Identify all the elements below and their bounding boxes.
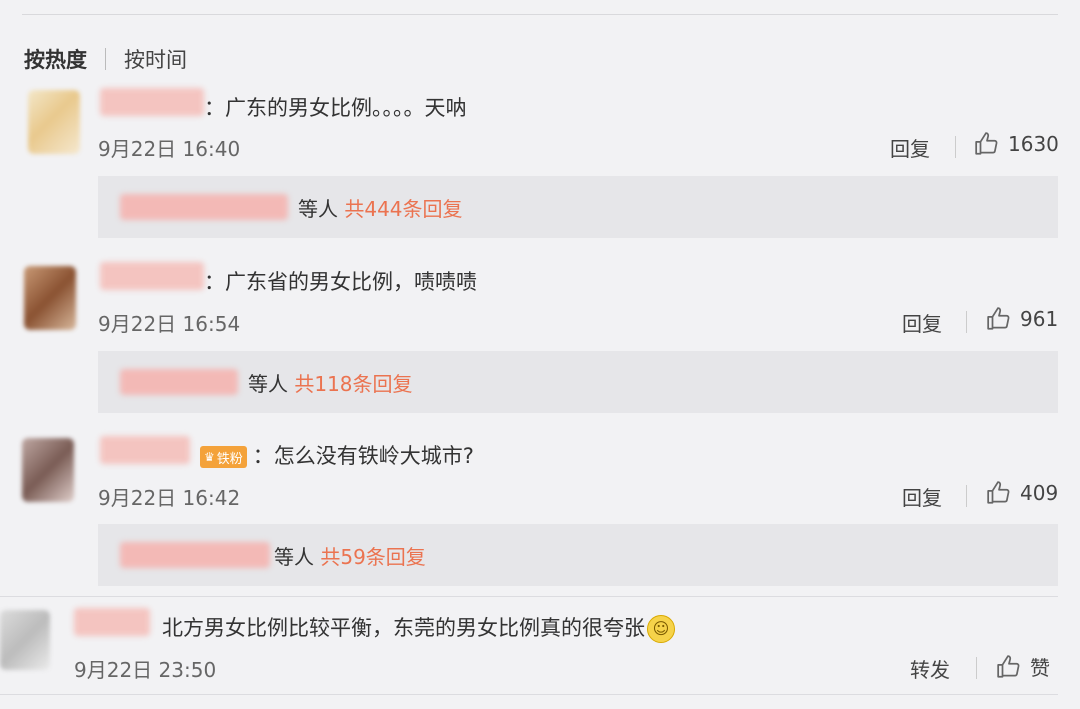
sort-separator bbox=[105, 48, 106, 70]
replier-names-blurred bbox=[120, 542, 270, 568]
comment-time: 9月22日 16:42 bbox=[98, 486, 241, 510]
thumbs-up-icon bbox=[987, 481, 1010, 504]
replier-names-blurred bbox=[120, 369, 238, 395]
avatar[interactable] bbox=[22, 438, 74, 502]
avatar[interactable] bbox=[24, 266, 76, 330]
like-count: 409 bbox=[1020, 481, 1059, 505]
reply-count-link[interactable]: 共59条回复 bbox=[320, 545, 425, 569]
thumbs-up-icon bbox=[975, 132, 998, 155]
username-blurred[interactable] bbox=[100, 436, 190, 464]
smile-emoji-icon: ☺ bbox=[647, 615, 675, 643]
like-button[interactable]: 赞 bbox=[996, 652, 1050, 681]
crown-icon: ♛ bbox=[204, 450, 215, 464]
repost-text: 北方男女比例比较平衡，东莞的男女比例真的很夸张 bbox=[162, 616, 645, 640]
top-divider bbox=[22, 14, 1058, 15]
like-button[interactable]: 1630 bbox=[974, 131, 1059, 157]
repost-text-line: 北方男女比例比较平衡，东莞的男女比例真的很夸张 ☺ bbox=[162, 612, 675, 643]
sort-bar: 按热度 按时间 bbox=[24, 44, 187, 74]
replier-suffix: 等人 bbox=[274, 545, 314, 569]
username-blurred[interactable] bbox=[100, 262, 204, 290]
username-blurred[interactable] bbox=[74, 608, 150, 636]
action-separator bbox=[976, 657, 977, 679]
fan-badge[interactable]: ♛ 铁粉 bbox=[200, 446, 247, 468]
comment-text: ：广东省的男女比例，啧啧啧 bbox=[204, 270, 477, 294]
like-count: 1630 bbox=[1008, 132, 1059, 156]
forward-button[interactable]: 转发 bbox=[910, 654, 950, 683]
bottom-divider bbox=[0, 694, 1058, 695]
action-separator bbox=[966, 311, 967, 333]
comment-text-line: ♛ 铁粉 ：怎么没有铁岭大城市? bbox=[200, 440, 474, 470]
reply-button[interactable]: 回复 bbox=[902, 482, 942, 511]
reply-count-link[interactable]: 共444条回复 bbox=[344, 197, 462, 221]
reply-button[interactable]: 回复 bbox=[902, 308, 942, 337]
comment-time: 9月22日 16:40 bbox=[98, 137, 241, 161]
action-separator bbox=[955, 136, 956, 158]
thumbs-up-icon bbox=[997, 654, 1020, 678]
username-blurred[interactable] bbox=[100, 88, 204, 116]
repost-time: 9月22日 23:50 bbox=[74, 658, 217, 682]
comment-time: 9月22日 16:54 bbox=[98, 312, 241, 336]
avatar[interactable] bbox=[28, 90, 80, 154]
fan-badge-label: 铁粉 bbox=[216, 451, 243, 467]
comment-text: ：广东的男女比例。。。。天呐 bbox=[204, 96, 467, 120]
like-label: 赞 bbox=[1030, 656, 1050, 680]
reply-summary[interactable]: 等人 共444条回复 bbox=[98, 176, 1058, 238]
like-count: 961 bbox=[1020, 307, 1059, 331]
avatar[interactable] bbox=[0, 610, 50, 670]
replier-suffix: 等人 bbox=[298, 197, 338, 221]
reply-button[interactable]: 回复 bbox=[890, 133, 930, 162]
sort-by-hot[interactable]: 按热度 bbox=[24, 44, 87, 74]
comment-text: ：怎么没有铁岭大城市? bbox=[252, 444, 474, 468]
thumbs-up-icon bbox=[987, 307, 1010, 330]
sort-by-time[interactable]: 按时间 bbox=[124, 44, 187, 74]
reply-summary[interactable]: 等人 共118条回复 bbox=[98, 351, 1058, 413]
like-button[interactable]: 409 bbox=[986, 480, 1058, 506]
like-button[interactable]: 961 bbox=[986, 306, 1058, 332]
reply-summary[interactable]: 等人 共59条回复 bbox=[98, 524, 1058, 586]
action-separator bbox=[966, 485, 967, 507]
replier-suffix: 等人 bbox=[248, 372, 288, 396]
reply-count-link[interactable]: 共118条回复 bbox=[294, 372, 412, 396]
section-divider bbox=[0, 596, 1058, 597]
replier-names-blurred bbox=[120, 194, 288, 220]
